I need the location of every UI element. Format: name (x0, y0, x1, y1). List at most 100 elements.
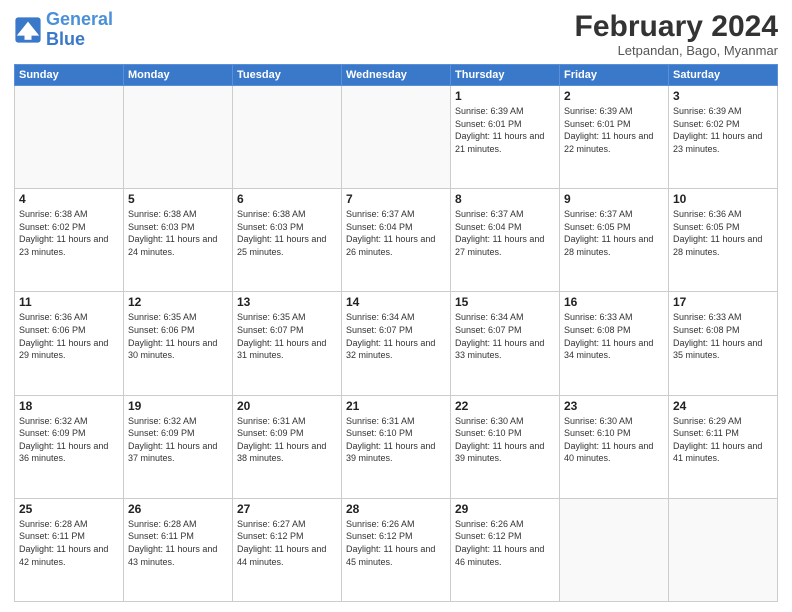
day-number: 14 (346, 295, 446, 309)
day-number: 13 (237, 295, 337, 309)
weekday-row: SundayMondayTuesdayWednesdayThursdayFrid… (15, 65, 778, 86)
calendar-cell: 18 Sunrise: 6:32 AMSunset: 6:09 PMDayligh… (15, 395, 124, 498)
calendar-cell (15, 86, 124, 189)
day-info: Sunrise: 6:34 AMSunset: 6:07 PMDaylight:… (455, 311, 555, 361)
calendar-cell: 7Sunrise: 6:37 AMSunset: 6:04 PMDaylight… (342, 189, 451, 292)
calendar-cell: 29 Sunrise: 6:26 AMSunset: 6:12 PMDayligh… (451, 498, 560, 601)
day-number: 22 (455, 399, 555, 413)
weekday-header: Sunday (15, 65, 124, 86)
header: General Blue February 2024 Letpandan, Ba… (14, 10, 778, 58)
page: General Blue February 2024 Letpandan, Ba… (0, 0, 792, 612)
day-info: Sunrise: 6:32 AMSunset: 6:09 PMDaylight:… (19, 415, 119, 465)
day-info: Sunrise: 6:33 AMSunset: 6:08 PMDaylight:… (673, 311, 773, 361)
day-number: 26 (128, 502, 228, 516)
calendar-cell: 28 Sunrise: 6:26 AMSunset: 6:12 PMDayligh… (342, 498, 451, 601)
weekday-header: Friday (560, 65, 669, 86)
day-info: Sunrise: 6:28 AMSunset: 6:11 PMDaylight:… (19, 518, 119, 568)
day-number: 20 (237, 399, 337, 413)
day-info: Sunrise: 6:32 AMSunset: 6:09 PMDaylight:… (128, 415, 228, 465)
calendar-week-row: 11Sunrise: 6:36 AMSunset: 6:06 PMDayligh… (15, 292, 778, 395)
calendar-cell (669, 498, 778, 601)
day-info: Sunrise: 6:38 AMSunset: 6:03 PMDaylight:… (237, 208, 337, 258)
weekday-header: Wednesday (342, 65, 451, 86)
calendar-cell: 22 Sunrise: 6:30 AMSunset: 6:10 PMDayligh… (451, 395, 560, 498)
calendar-week-row: 25Sunrise: 6:28 AMSunset: 6:11 PMDayligh… (15, 498, 778, 601)
day-number: 5 (128, 192, 228, 206)
day-info: Sunrise: 6:31 AMSunset: 6:09 PMDaylight:… (237, 415, 337, 465)
day-number: 29 (455, 502, 555, 516)
calendar-week-row: 4 Sunrise: 6:38 AMSunset: 6:02 PMDaylight… (15, 189, 778, 292)
day-info: Sunrise: 6:38 AMSunset: 6:02 PMDaylight:… (19, 208, 119, 258)
day-info: Sunrise: 6:38 AMSunset: 6:03 PMDaylight:… (128, 208, 228, 258)
day-info: Sunrise: 6:37 AMSunset: 6:04 PMDaylight:… (346, 208, 446, 258)
day-number: 23 (564, 399, 664, 413)
calendar-cell: 16 Sunrise: 6:33 AMSunset: 6:08 PMDayligh… (560, 292, 669, 395)
day-number: 15 (455, 295, 555, 309)
weekday-header: Monday (124, 65, 233, 86)
calendar-cell: 4 Sunrise: 6:38 AMSunset: 6:02 PMDaylight… (15, 189, 124, 292)
calendar-cell: 26 Sunrise: 6:28 AMSunset: 6:11 PMDayligh… (124, 498, 233, 601)
calendar-cell: 1 Sunrise: 6:39 AMSunset: 6:01 PMDaylight… (451, 86, 560, 189)
day-number: 9 (564, 192, 664, 206)
day-number: 17 (673, 295, 773, 309)
day-number: 6 (237, 192, 337, 206)
calendar-cell (560, 498, 669, 601)
day-info: Sunrise: 6:34 AMSunset: 6:07 PMDaylight:… (346, 311, 446, 361)
calendar-cell: 2Sunrise: 6:39 AMSunset: 6:01 PMDaylight… (560, 86, 669, 189)
day-number: 3 (673, 89, 773, 103)
day-number: 24 (673, 399, 773, 413)
day-info: Sunrise: 6:29 AMSunset: 6:11 PMDaylight:… (673, 415, 773, 465)
calendar-cell: 24 Sunrise: 6:29 AMSunset: 6:11 PMDayligh… (669, 395, 778, 498)
day-number: 18 (19, 399, 119, 413)
logo-line1: General (46, 9, 113, 29)
title-block: February 2024 Letpandan, Bago, Myanmar (575, 10, 778, 58)
day-info: Sunrise: 6:39 AMSunset: 6:01 PMDaylight:… (455, 105, 555, 155)
day-number: 12 (128, 295, 228, 309)
calendar-header: SundayMondayTuesdayWednesdayThursdayFrid… (15, 65, 778, 86)
calendar-cell: 6 Sunrise: 6:38 AMSunset: 6:03 PMDaylight… (233, 189, 342, 292)
day-number: 1 (455, 89, 555, 103)
day-info: Sunrise: 6:26 AMSunset: 6:12 PMDaylight:… (455, 518, 555, 568)
day-number: 2 (564, 89, 664, 103)
calendar-cell: 13Sunrise: 6:35 AMSunset: 6:07 PMDayligh… (233, 292, 342, 395)
calendar-cell: 10Sunrise: 6:36 AMSunset: 6:05 PMDayligh… (669, 189, 778, 292)
calendar-cell: 27Sunrise: 6:27 AMSunset: 6:12 PMDayligh… (233, 498, 342, 601)
day-info: Sunrise: 6:36 AMSunset: 6:05 PMDaylight:… (673, 208, 773, 258)
calendar-cell: 23 Sunrise: 6:30 AMSunset: 6:10 PMDayligh… (560, 395, 669, 498)
calendar-cell: 15 Sunrise: 6:34 AMSunset: 6:07 PMDayligh… (451, 292, 560, 395)
calendar-cell: 20 Sunrise: 6:31 AMSunset: 6:09 PMDayligh… (233, 395, 342, 498)
day-info: Sunrise: 6:39 AMSunset: 6:02 PMDaylight:… (673, 105, 773, 155)
calendar-cell: 25Sunrise: 6:28 AMSunset: 6:11 PMDayligh… (15, 498, 124, 601)
day-info: Sunrise: 6:33 AMSunset: 6:08 PMDaylight:… (564, 311, 664, 361)
day-number: 28 (346, 502, 446, 516)
day-number: 16 (564, 295, 664, 309)
day-info: Sunrise: 6:26 AMSunset: 6:12 PMDaylight:… (346, 518, 446, 568)
day-info: Sunrise: 6:30 AMSunset: 6:10 PMDaylight:… (564, 415, 664, 465)
calendar-cell: 5 Sunrise: 6:38 AMSunset: 6:03 PMDaylight… (124, 189, 233, 292)
calendar-cell: 12 Sunrise: 6:35 AMSunset: 6:06 PMDayligh… (124, 292, 233, 395)
calendar-cell: 3 Sunrise: 6:39 AMSunset: 6:02 PMDaylight… (669, 86, 778, 189)
calendar-cell: 11Sunrise: 6:36 AMSunset: 6:06 PMDayligh… (15, 292, 124, 395)
weekday-header: Saturday (669, 65, 778, 86)
calendar-cell (233, 86, 342, 189)
calendar-cell: 8Sunrise: 6:37 AMSunset: 6:04 PMDaylight… (451, 189, 560, 292)
day-info: Sunrise: 6:30 AMSunset: 6:10 PMDaylight:… (455, 415, 555, 465)
calendar-cell: 9Sunrise: 6:37 AMSunset: 6:05 PMDaylight… (560, 189, 669, 292)
logo: General Blue (14, 10, 113, 50)
calendar-cell: 19Sunrise: 6:32 AMSunset: 6:09 PMDayligh… (124, 395, 233, 498)
calendar-cell: 17 Sunrise: 6:33 AMSunset: 6:08 PMDayligh… (669, 292, 778, 395)
day-info: Sunrise: 6:31 AMSunset: 6:10 PMDaylight:… (346, 415, 446, 465)
calendar-cell: 21 Sunrise: 6:31 AMSunset: 6:10 PMDayligh… (342, 395, 451, 498)
day-info: Sunrise: 6:27 AMSunset: 6:12 PMDaylight:… (237, 518, 337, 568)
calendar-cell: 14 Sunrise: 6:34 AMSunset: 6:07 PMDayligh… (342, 292, 451, 395)
calendar-week-row: 1 Sunrise: 6:39 AMSunset: 6:01 PMDaylight… (15, 86, 778, 189)
day-info: Sunrise: 6:37 AMSunset: 6:04 PMDaylight:… (455, 208, 555, 258)
day-number: 21 (346, 399, 446, 413)
day-info: Sunrise: 6:28 AMSunset: 6:11 PMDaylight:… (128, 518, 228, 568)
day-info: Sunrise: 6:35 AMSunset: 6:06 PMDaylight:… (128, 311, 228, 361)
day-number: 4 (19, 192, 119, 206)
calendar-body: 1 Sunrise: 6:39 AMSunset: 6:01 PMDaylight… (15, 86, 778, 602)
location: Letpandan, Bago, Myanmar (575, 43, 778, 58)
weekday-header: Tuesday (233, 65, 342, 86)
day-number: 11 (19, 295, 119, 309)
